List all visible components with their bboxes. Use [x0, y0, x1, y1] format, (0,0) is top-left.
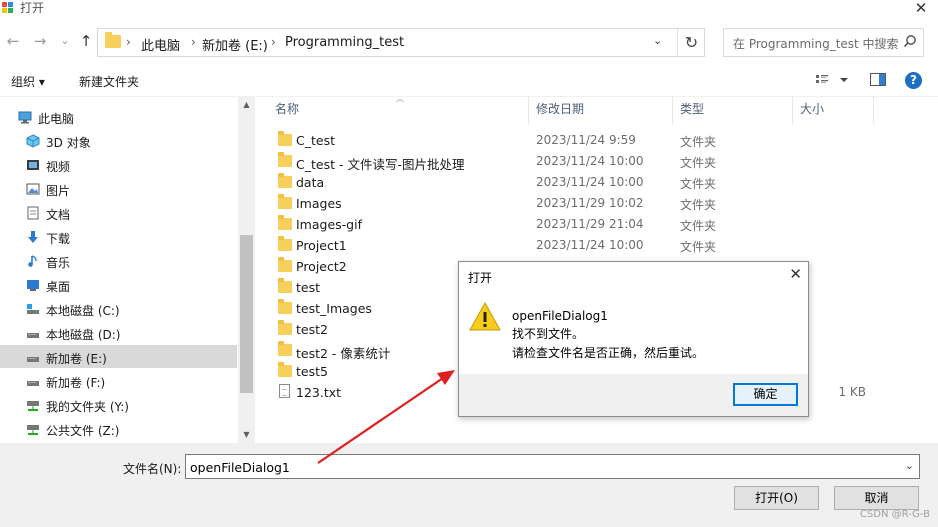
message-line-filename: openFileDialog1 — [512, 309, 608, 323]
close-icon[interactable]: ✕ — [789, 265, 802, 283]
message-line-instruction: 请检查文件名是否正确，然后重试。 — [512, 346, 705, 360]
message-line-not-found: 找不到文件。 — [512, 327, 585, 341]
ok-button[interactable]: 确定 — [733, 383, 798, 406]
warning-icon — [469, 302, 501, 331]
ok-button-label: 确定 — [753, 387, 778, 401]
error-message-box: 打开 ✕ openFileDialog1 找不到文件。 请检查文件名是否正确，然… — [458, 261, 809, 417]
message-box-title: 打开 — [468, 271, 493, 285]
